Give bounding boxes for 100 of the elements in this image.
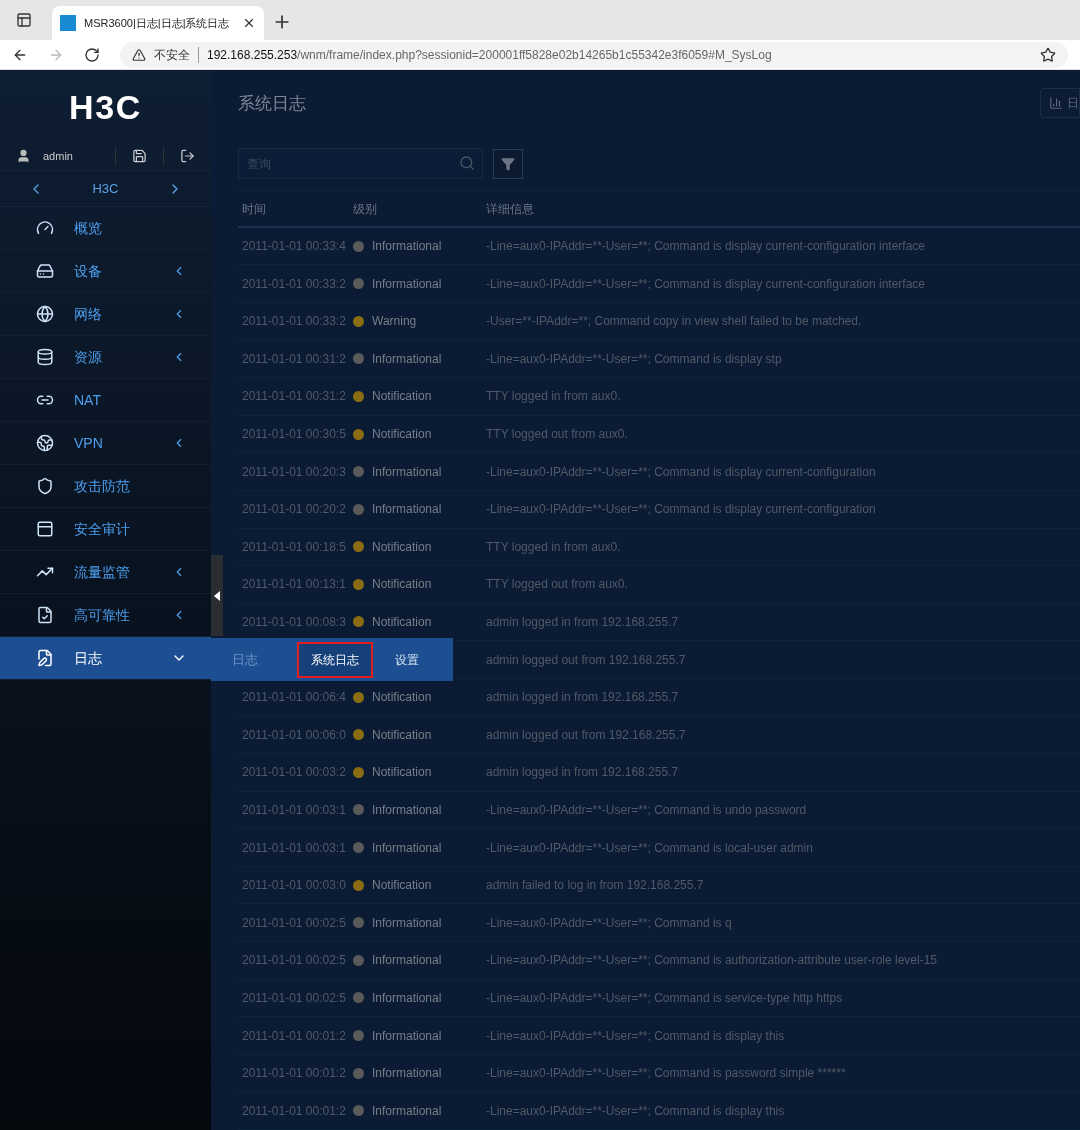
nav-item[interactable]: 攻击防范 — [0, 465, 211, 508]
table-cell-text: Notification — [372, 614, 432, 631]
table-cell-text: 2011-01-01 00:33:2 — [242, 275, 347, 293]
nav-label: 概览 — [74, 218, 103, 238]
table-cell-text: Notification — [372, 576, 432, 594]
save-icon[interactable] — [132, 148, 148, 164]
nav-item[interactable]: 资源 — [0, 336, 211, 379]
submenu-item[interactable]: 系统日志 — [297, 641, 373, 678]
submenu-item[interactable]: 设置 — [383, 641, 431, 678]
table-cell-text: Informational — [372, 463, 442, 481]
logo: H3C — [68, 86, 143, 128]
table-cell-text: 2011-01-01 00:08:3 — [242, 614, 347, 631]
chart-icon — [1049, 96, 1063, 111]
filter-button[interactable] — [493, 148, 523, 179]
table-cell-text: Informational — [372, 275, 442, 293]
browser-tab[interactable]: MSR3600|日志|日志|系统日志 — [52, 6, 264, 40]
table-cell-text: Informational — [372, 350, 442, 368]
table-cell-text: admin logged in from 192.168.255.7 — [486, 689, 679, 707]
nav-item[interactable]: NAT — [0, 379, 211, 422]
globe-icon — [36, 434, 54, 452]
table-cell-text: Notification — [372, 689, 432, 707]
shield-icon — [36, 477, 54, 495]
table-cell-text: Informational — [372, 839, 442, 857]
table-cell-text: -Line=aux0-IPAddr=**-User=**; Command is authorization-attribute user-role level-15 — [486, 952, 937, 970]
table-cell-text: Notification — [372, 877, 432, 895]
nav-label: 流量监管 — [74, 562, 131, 582]
table-cell-text: 2011-01-01 00:13:1 — [242, 576, 347, 594]
window-icon — [36, 520, 54, 538]
table-cell-text: admin logged out from 192.168.255.7 — [486, 651, 686, 669]
table-cell-text: Informational — [372, 501, 442, 519]
nav-label: 资源 — [74, 347, 103, 367]
table-cell-text: 2011-01-01 00:33:2 — [242, 313, 347, 331]
gauge-icon — [36, 219, 54, 237]
table-cell-text: 2011-01-01 00:18:5 — [242, 538, 347, 556]
tab-title: MSR3600|日志|日志|系统日志 — [84, 15, 231, 31]
table-cell-text: TTY logged in from aux0. — [486, 388, 621, 406]
table-cell-text: Informational — [372, 1102, 442, 1120]
close-icon[interactable] — [242, 16, 256, 30]
nav-label: 日志 — [74, 648, 103, 668]
nav-item[interactable]: VPN — [0, 422, 211, 465]
table-cell-text: Notification — [372, 764, 432, 782]
logout-icon[interactable] — [180, 148, 195, 164]
table-cell-text: 2011-01-01 00:01:2 — [242, 1102, 347, 1120]
table-cell-text: 2011-01-01 00:33:4 — [242, 238, 347, 256]
table-cell-text: -Line=aux0-IPAddr=**-User=**; Command is display current-configuration interface — [486, 238, 925, 256]
table-cell-text: 2011-01-01 00:01:2 — [242, 1065, 347, 1083]
user-icon — [16, 148, 31, 164]
table-cell-text: -User=**-IPAddr=**; Command copy in view shell failed to be matched. — [486, 313, 862, 331]
address-bar[interactable]: 不安全 192.168.255.253/wnm/frame/index.php?sessionid=200001ff5828e02b14265b1c55342e3f6059#M_SysLog — [120, 41, 1068, 68]
table-cell-text: 2011-01-01 00:06:4 — [242, 689, 347, 707]
table-cell-text: TTY logged in from aux0. — [486, 538, 621, 556]
user-name: admin — [43, 148, 74, 164]
table-cell-text: 2011-01-01 00:03:1 — [242, 839, 347, 857]
nav-label: NAT — [74, 390, 102, 410]
collapse-handle[interactable] — [211, 555, 223, 636]
table-cell-text: Notification — [372, 538, 432, 556]
page-title: 系统日志 — [238, 92, 306, 115]
nav-item[interactable]: 日志 — [0, 637, 211, 680]
nav-item[interactable]: 网络 — [0, 293, 211, 336]
table-cell-text: Warning — [372, 313, 417, 331]
table-cell-text: 2011-01-01 00:20:2 — [242, 501, 347, 519]
table-cell-text: Notification — [372, 388, 432, 406]
table-cell-text: 2011-01-01 00:06:0 — [242, 726, 347, 744]
nav-label: 设备 — [74, 261, 103, 281]
nav-item[interactable]: 安全审计 — [0, 508, 211, 551]
table-cell-text: -Line=aux0-IPAddr=**-User=**; Command is display this — [486, 1027, 785, 1045]
nav-label: 高可靠性 — [74, 605, 131, 625]
table-cell-text: Informational — [372, 801, 442, 819]
document-icon — [36, 649, 54, 667]
table-cell-text: admin logged out from 192.168.255.7 — [486, 726, 686, 744]
table-cell-text: 2011-01-01 00:30:5 — [242, 426, 347, 443]
table-cell-text: Informational — [372, 238, 442, 256]
collapse-arrow-icon — [214, 590, 220, 601]
table-cell-text: 2011-01-01 00:20:3 — [242, 463, 347, 481]
nav-item[interactable]: 设备 — [0, 250, 211, 293]
drive-icon — [36, 262, 54, 280]
reload-icon[interactable] — [84, 46, 100, 63]
table-cell-text: TTY logged out from aux0. — [486, 576, 628, 594]
table-cell-text: -Line=aux0-IPAddr=**-User=**; Command is password simple ****** — [486, 1065, 846, 1083]
table-cell-text: Informational — [372, 1027, 442, 1045]
table-cell-text: 2011-01-01 00:03:1 — [242, 801, 347, 819]
site-icon — [60, 15, 76, 31]
table-cell-text: -Line=aux0-IPAddr=**-User=**; Command is local-user admin — [486, 839, 813, 857]
table-cell-text: 2011-01-01 00:02:5 — [242, 914, 347, 932]
table-cell-text: Informational — [372, 989, 442, 1007]
nav-label: 网络 — [74, 304, 103, 324]
nav-label: 安全审计 — [74, 519, 131, 539]
table-cell-text: admin logged in from 192.168.255.7 — [486, 614, 679, 631]
table-cell-text: Informational — [372, 914, 442, 932]
column-header: 详细信息 — [486, 200, 534, 218]
nav-item[interactable]: 概览 — [0, 207, 211, 250]
url-text: 192.168.255.253/wnm/frame/index.php?sessionid=200001ff5828e02b14265b1c55342e3f6059#M_SysLog — [207, 46, 772, 64]
table-cell-text: Informational — [372, 952, 442, 970]
table-cell-text: Notification — [372, 426, 432, 443]
table-cell-text: -Line=aux0-IPAddr=**-User=**; Command is display this — [486, 1102, 785, 1120]
tab-actions-icon[interactable] — [16, 12, 32, 28]
document-icon — [36, 606, 54, 624]
table-cell-text: -Line=aux0-IPAddr=**-User=**; Command is display stp — [486, 350, 782, 368]
table-cell-text: -Line=aux0-IPAddr=**-User=**; Command is display current-configuration interface — [486, 275, 925, 293]
favorite-icon[interactable] — [1040, 46, 1056, 63]
